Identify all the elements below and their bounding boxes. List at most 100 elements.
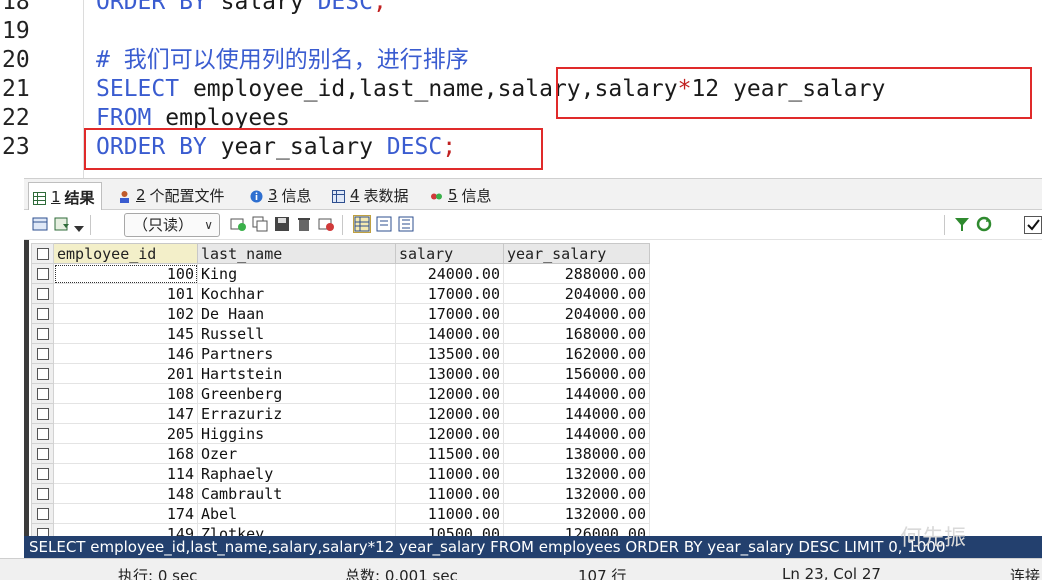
cell-year-salary[interactable]: 168000.00 <box>503 323 650 344</box>
grid-view-icon[interactable] <box>353 215 371 233</box>
cell-year-salary[interactable]: 204000.00 <box>503 283 650 304</box>
cell-salary[interactable]: 12000.00 <box>395 383 504 404</box>
cell-employee-id[interactable]: 174 <box>53 503 198 524</box>
import-icon[interactable] <box>54 216 70 232</box>
row-checkbox[interactable] <box>31 283 54 304</box>
cell-last-name[interactable]: Partners <box>197 343 396 364</box>
cell-employee-id[interactable]: 148 <box>53 483 198 504</box>
tab-info-3[interactable]: 3 信息 <box>246 182 318 208</box>
cell-salary[interactable]: 10500.00 <box>395 523 504 536</box>
table-row[interactable]: 148 Cambrault 11000.00 132000.00 <box>31 483 650 504</box>
cell-last-name[interactable]: Cambrault <box>197 483 396 504</box>
cell-last-name[interactable]: De Haan <box>197 303 396 324</box>
row-checkbox[interactable] <box>31 303 54 324</box>
cell-employee-id[interactable]: 149 <box>53 523 198 536</box>
cell-last-name[interactable]: Higgins <box>197 423 396 444</box>
cell-salary[interactable]: 17000.00 <box>395 283 504 304</box>
cell-salary[interactable]: 13500.00 <box>395 343 504 364</box>
cell-year-salary[interactable]: 138000.00 <box>503 443 650 464</box>
sql-editor[interactable]: 18 ORDER BY salary DESC; 19 20 # 我们可以使用列的别名，… <box>0 0 1042 178</box>
table-row[interactable]: 201 Hartstein 13000.00 156000.00 <box>31 363 650 384</box>
row-checkbox[interactable] <box>31 263 54 284</box>
cell-employee-id[interactable]: 108 <box>53 383 198 404</box>
result-table[interactable]: employee_id last_name salary year_salary… <box>31 243 650 536</box>
cell-last-name[interactable]: Errazuriz <box>197 403 396 424</box>
select-all-checkbox[interactable] <box>31 243 54 264</box>
form-view-icon[interactable] <box>376 216 392 232</box>
save-icon[interactable] <box>274 216 290 232</box>
cell-year-salary[interactable]: 204000.00 <box>503 303 650 324</box>
table-row[interactable]: 146 Partners 13500.00 162000.00 <box>31 343 650 364</box>
table-row[interactable]: 145 Russell 14000.00 168000.00 <box>31 323 650 344</box>
cell-year-salary[interactable]: 132000.00 <box>503 503 650 524</box>
result-grid[interactable]: employee_id last_name salary year_salary… <box>24 240 1042 536</box>
cell-year-salary[interactable]: 156000.00 <box>503 363 650 384</box>
column-header-salary[interactable]: salary <box>395 243 504 264</box>
cell-employee-id[interactable]: 114 <box>53 463 198 484</box>
row-checkbox[interactable] <box>31 443 54 464</box>
delete-icon[interactable] <box>296 216 312 232</box>
cell-employee-id[interactable]: 147 <box>53 403 198 424</box>
cell-salary[interactable]: 11000.00 <box>395 483 504 504</box>
table-row[interactable]: 101 Kochhar 17000.00 204000.00 <box>31 283 650 304</box>
cell-year-salary[interactable]: 162000.00 <box>503 343 650 364</box>
table-row[interactable]: 147 Errazuriz 12000.00 144000.00 <box>31 403 650 424</box>
cell-last-name[interactable]: Abel <box>197 503 396 524</box>
cell-employee-id[interactable]: 168 <box>53 443 198 464</box>
cell-salary[interactable]: 11500.00 <box>395 443 504 464</box>
row-checkbox[interactable] <box>31 383 54 404</box>
add-row-icon[interactable] <box>230 216 246 232</box>
cell-year-salary[interactable]: 144000.00 <box>503 423 650 444</box>
row-checkbox[interactable] <box>31 363 54 384</box>
cell-year-salary[interactable]: 132000.00 <box>503 463 650 484</box>
column-header-last-name[interactable]: last_name <box>197 243 396 264</box>
cell-year-salary[interactable]: 144000.00 <box>503 403 650 424</box>
cell-salary[interactable]: 11000.00 <box>395 503 504 524</box>
column-header-year-salary[interactable]: year_salary <box>503 243 650 264</box>
readonly-select[interactable]: （只读） ∨ <box>124 213 220 237</box>
table-row[interactable]: 114 Raphaely 11000.00 132000.00 <box>31 463 650 484</box>
cell-last-name[interactable]: King <box>197 263 396 284</box>
row-checkbox[interactable] <box>31 503 54 524</box>
text-view-icon[interactable] <box>398 216 414 232</box>
cell-employee-id[interactable]: 145 <box>53 323 198 344</box>
cell-year-salary[interactable]: 144000.00 <box>503 383 650 404</box>
row-checkbox[interactable] <box>31 423 54 444</box>
cell-last-name[interactable]: Hartstein <box>197 363 396 384</box>
cell-salary[interactable]: 24000.00 <box>395 263 504 284</box>
cell-last-name[interactable]: Russell <box>197 323 396 344</box>
table-row[interactable]: 100 King 24000.00 288000.00 <box>31 263 650 284</box>
cell-employee-id[interactable]: 100 <box>53 263 198 284</box>
duplicate-row-icon[interactable] <box>252 216 268 232</box>
row-checkbox[interactable] <box>31 523 54 536</box>
dropdown-arrow-icon[interactable] <box>74 219 84 235</box>
cell-salary[interactable]: 12000.00 <box>395 423 504 444</box>
column-header-employee-id[interactable]: employee_id <box>53 243 198 264</box>
limit-checkbox[interactable] <box>1024 216 1042 234</box>
cell-last-name[interactable]: Raphaely <box>197 463 396 484</box>
cell-salary[interactable]: 11000.00 <box>395 463 504 484</box>
cell-salary[interactable]: 12000.00 <box>395 403 504 424</box>
cell-salary[interactable]: 17000.00 <box>395 303 504 324</box>
export-icon[interactable] <box>32 216 48 232</box>
table-row[interactable]: 102 De Haan 17000.00 204000.00 <box>31 303 650 324</box>
table-row[interactable]: 108 Greenberg 12000.00 144000.00 <box>31 383 650 404</box>
row-checkbox[interactable] <box>31 343 54 364</box>
cell-year-salary[interactable]: 132000.00 <box>503 483 650 504</box>
row-checkbox[interactable] <box>31 323 54 344</box>
cell-year-salary[interactable]: 288000.00 <box>503 263 650 284</box>
table-row[interactable]: 168 Ozer 11500.00 138000.00 <box>31 443 650 464</box>
cell-salary[interactable]: 14000.00 <box>395 323 504 344</box>
cell-year-salary[interactable]: 126000.00 <box>503 523 650 536</box>
cell-employee-id[interactable]: 201 <box>53 363 198 384</box>
cell-employee-id[interactable]: 101 <box>53 283 198 304</box>
cell-salary[interactable]: 13000.00 <box>395 363 504 384</box>
cell-employee-id[interactable]: 102 <box>53 303 198 324</box>
tab-profiles[interactable]: 2 个配置文件 <box>114 182 231 208</box>
filter-icon[interactable] <box>954 216 970 232</box>
cell-last-name[interactable]: Zlotkey <box>197 523 396 536</box>
cell-last-name[interactable]: Greenberg <box>197 383 396 404</box>
row-checkbox[interactable] <box>31 483 54 504</box>
cell-last-name[interactable]: Ozer <box>197 443 396 464</box>
cell-employee-id[interactable]: 146 <box>53 343 198 364</box>
